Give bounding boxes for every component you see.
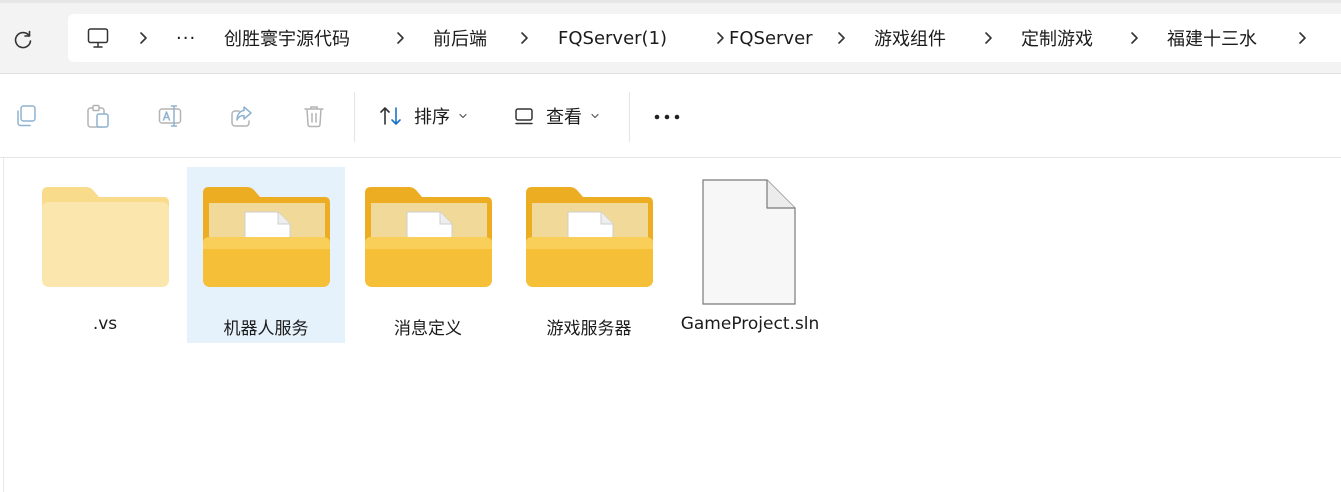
breadcrumb-item[interactable]: FQServer(1): [558, 14, 667, 62]
breadcrumb-chevron[interactable]: [715, 14, 727, 62]
file-name: 消息定义: [394, 319, 462, 339]
file-tile[interactable]: GameProject.sln: [671, 167, 829, 343]
folder-icon: [365, 187, 492, 287]
chevron-right-icon: [521, 32, 528, 44]
more-breadcrumbs-button[interactable]: ···: [176, 14, 196, 62]
breadcrumb-chevron[interactable]: [138, 14, 150, 62]
file-tile[interactable]: .vs: [26, 167, 184, 343]
chevron-down-icon: [459, 113, 467, 119]
share-icon: [231, 106, 252, 127]
chevron-right-icon: [1299, 32, 1306, 44]
folder-icon: [203, 187, 330, 287]
file-name: GameProject.sln: [680, 314, 820, 334]
file-name: 游戏服务器: [546, 319, 632, 339]
breadcrumb-item[interactable]: 定制游戏: [1021, 14, 1093, 62]
breadcrumb-chevron[interactable]: [836, 14, 848, 62]
refresh-button[interactable]: [8, 25, 38, 55]
more-icon: [654, 114, 680, 120]
view-label: 查看: [546, 107, 582, 128]
view-icon: [515, 108, 533, 125]
file-name: 机器人服务: [223, 319, 309, 339]
breadcrumb-chevron[interactable]: [519, 14, 531, 62]
sort-icon: [380, 107, 401, 125]
share-button[interactable]: [228, 102, 256, 130]
chevron-down-icon: [591, 113, 599, 119]
file-tile-selected[interactable]: 机器人服务: [187, 167, 345, 343]
breadcrumb-chevron[interactable]: [983, 14, 995, 62]
file-name: .vs: [92, 314, 118, 334]
sort-label: 排序: [414, 107, 450, 128]
view-button[interactable]: 查看: [512, 100, 600, 132]
rename-button[interactable]: [156, 102, 184, 130]
file-tile[interactable]: 消息定义: [349, 167, 507, 343]
copy-button[interactable]: [12, 102, 40, 130]
command-bar: 排序 查看: [0, 74, 1341, 158]
chevron-right-icon: [717, 32, 724, 44]
this-pc-button[interactable]: [86, 14, 110, 62]
breadcrumb-item[interactable]: 福建十三水: [1167, 14, 1257, 62]
rename-icon: [158, 105, 182, 127]
chevron-right-icon: [985, 32, 992, 44]
see-more-button[interactable]: [650, 104, 684, 130]
breadcrumb-chevron[interactable]: [395, 14, 407, 62]
trash-icon: [304, 106, 324, 128]
breadcrumb-item[interactable]: FQServer: [729, 14, 813, 62]
file-tile[interactable]: 游戏服务器: [510, 167, 668, 343]
paste-icon: [87, 104, 109, 128]
breadcrumb-chevron[interactable]: [1129, 14, 1141, 62]
chevron-right-icon: [838, 32, 845, 44]
breadcrumb-item[interactable]: 游戏组件: [874, 14, 946, 62]
address-bar[interactable]: ··· 创胜寰宇源代码 前后端 FQServer(1) FQServer 游戏组…: [68, 14, 1341, 62]
breadcrumb-item[interactable]: 创胜寰宇源代码: [224, 14, 350, 62]
monitor-icon: [87, 28, 109, 48]
copy-icon: [17, 105, 36, 127]
breadcrumb-chevron[interactable]: [1297, 14, 1309, 62]
chevron-right-icon: [140, 32, 147, 44]
document-icon: [702, 179, 796, 305]
folder-icon: [526, 187, 653, 287]
toolbar-divider: [354, 92, 355, 142]
refresh-icon: [14, 30, 32, 49]
paste-button[interactable]: [84, 102, 112, 130]
toolbar-divider: [629, 92, 630, 142]
chevron-right-icon: [397, 32, 404, 44]
file-list: .vs 机器人服务 消息定义 游戏服务器 GameProject.sln: [0, 158, 1341, 492]
folder-icon: [42, 187, 169, 287]
breadcrumb-item[interactable]: 前后端: [433, 14, 487, 62]
address-bar-region: ··· 创胜寰宇源代码 前后端 FQServer(1) FQServer 游戏组…: [0, 0, 1341, 74]
delete-button[interactable]: [300, 102, 328, 130]
chevron-right-icon: [1131, 32, 1138, 44]
sort-button[interactable]: 排序: [378, 100, 468, 132]
